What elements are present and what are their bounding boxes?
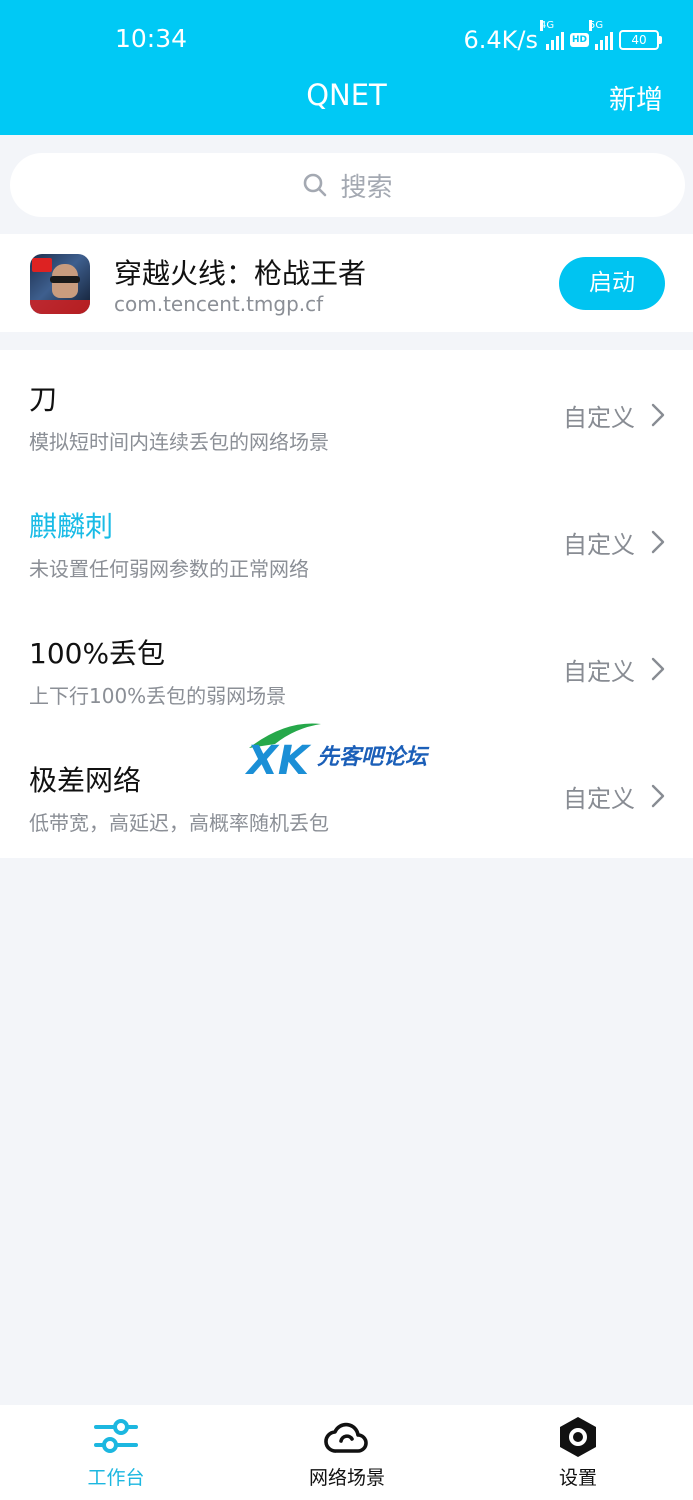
scene-title: 极差网络 — [29, 764, 142, 797]
scene-description: 上下行100%丢包的弱网场景 — [29, 684, 287, 708]
customize-label: 自定义 — [563, 784, 635, 813]
watermark-logo: XK 先客吧论坛 — [245, 723, 430, 780]
launch-button[interactable]: 启动 — [559, 257, 665, 310]
bottom-nav: 工作台 网络场景 设置 — [0, 1405, 693, 1500]
chevron-right-icon — [651, 784, 665, 808]
watermark-site-text: 先客吧论坛 — [317, 744, 430, 770]
app-package: com.tencent.tmgp.cf — [114, 292, 324, 316]
cloud-icon — [324, 1422, 368, 1453]
scene-description: 模拟短时间内连续丢包的网络场景 — [29, 430, 329, 454]
scene-list: 刀 模拟短时间内连续丢包的网络场景 自定义 麒麟刺 未设置任何弱网参数的正常网络… — [0, 350, 693, 858]
list-item[interactable]: 麒麟刺 未设置任何弱网参数的正常网络 自定义 — [0, 477, 693, 604]
customize-button[interactable]: 自定义 — [563, 522, 665, 562]
battery-level: 40 — [631, 33, 647, 47]
signal-4g-icon: 4G — [539, 20, 564, 50]
list-item[interactable]: 刀 模拟短时间内连续丢包的网络场景 自定义 — [0, 350, 693, 477]
nav-label: 设置 — [558, 1467, 597, 1489]
page-title: QNET — [306, 78, 387, 112]
scene-description: 未设置任何弱网参数的正常网络 — [29, 557, 309, 581]
scene-title-selected: 麒麟刺 — [29, 510, 114, 543]
chevron-right-icon — [651, 530, 665, 554]
chevron-right-icon — [651, 657, 665, 681]
app-screen: 10:34 6.4K/s 4G HD 5G 40 QNET 新增 搜索 穿越火线… — [0, 0, 693, 1500]
header-bar: 10:34 6.4K/s 4G HD 5G 40 QNET 新增 — [0, 0, 693, 135]
nav-item-workbench[interactable]: 工作台 — [36, 1405, 196, 1500]
list-item[interactable]: 100%丢包 上下行100%丢包的弱网场景 自定义 — [0, 604, 693, 731]
chevron-right-icon — [651, 403, 665, 427]
add-button[interactable]: 新增 — [609, 78, 663, 117]
app-icon — [30, 254, 90, 314]
battery-icon: 40 — [619, 30, 662, 50]
network-speed: 6.4K/s — [463, 26, 538, 54]
nav-item-settings[interactable]: 设置 — [498, 1405, 658, 1500]
signal-5g-icon: 5G — [589, 20, 613, 50]
customize-button[interactable]: 自定义 — [563, 395, 665, 435]
search-input[interactable]: 搜索 — [10, 153, 685, 217]
sliders-icon — [94, 1419, 138, 1453]
nav-item-network-scenes[interactable]: 网络场景 — [267, 1405, 427, 1500]
hexagon-settings-icon — [560, 1417, 596, 1457]
watermark-logo-text: XK — [245, 738, 312, 780]
status-time: 10:34 — [115, 24, 188, 53]
signal-5g-label: 5G — [589, 20, 604, 31]
search-icon — [304, 173, 327, 197]
signal-4g-label: 4G — [539, 20, 555, 31]
app-name: 穿越火线：枪战王者 — [114, 257, 367, 290]
scene-title: 刀 — [29, 383, 58, 416]
customize-label: 自定义 — [563, 530, 635, 559]
customize-label: 自定义 — [563, 403, 635, 432]
scene-title: 100%丢包 — [29, 637, 166, 670]
scene-description: 低带宽，高延迟，高概率随机丢包 — [29, 811, 329, 835]
customize-button[interactable]: 自定义 — [563, 776, 665, 816]
hd-badge: HD — [569, 33, 589, 47]
status-indicators: 6.4K/s 4G HD 5G 40 — [463, 20, 662, 56]
search-placeholder: 搜索 — [340, 172, 393, 203]
nav-label: 网络场景 — [308, 1467, 385, 1489]
customize-label: 自定义 — [563, 657, 635, 686]
nav-label: 工作台 — [87, 1467, 145, 1489]
customize-button[interactable]: 自定义 — [563, 649, 665, 689]
